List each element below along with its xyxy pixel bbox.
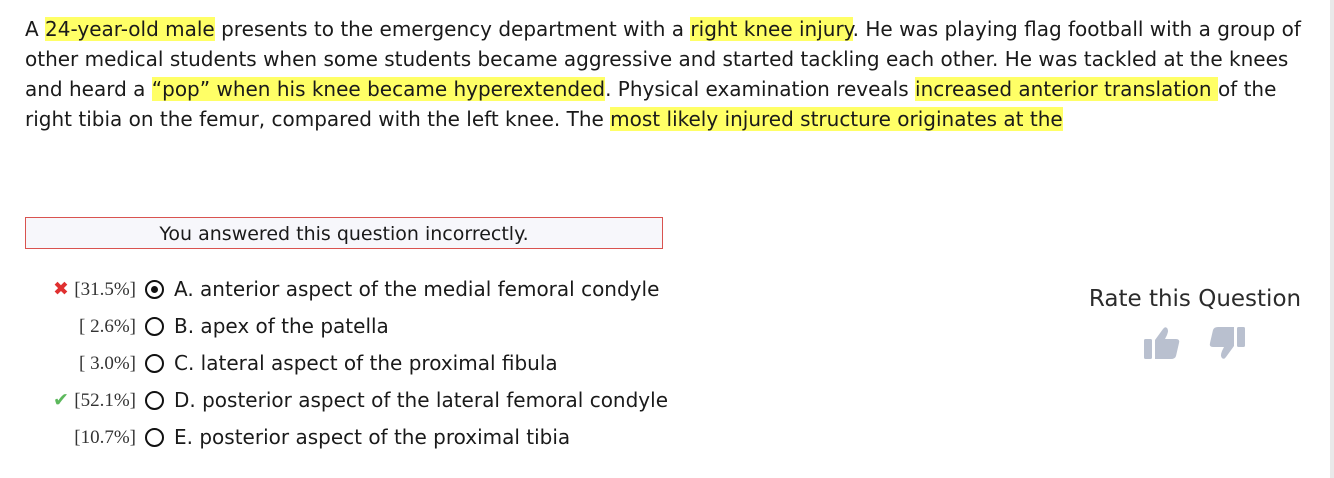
choice-percent: [10.7%] xyxy=(74,427,136,448)
stem-highlight: increased anterior translation xyxy=(915,77,1218,101)
correct-check-icon: ✔ xyxy=(53,389,69,411)
stem-highlight: right knee injury xyxy=(690,17,853,41)
stem-highlight: “pop” when his knee became hyperextended xyxy=(151,77,606,101)
radio-button[interactable] xyxy=(145,391,164,410)
stem-text: A xyxy=(25,17,46,41)
stem-text: presents to the emergency department wit… xyxy=(214,17,691,41)
radio-button-selected[interactable] xyxy=(145,280,164,299)
stem-highlight: most likely injured structure originates… xyxy=(610,107,1063,131)
answer-result-text: You answered this question incorrectly. xyxy=(159,223,529,245)
thumbs-up-icon[interactable] xyxy=(1143,325,1181,361)
rate-question-title: Rate this Question xyxy=(1088,286,1302,312)
question-stem: A 24-year-old male presents to the emerg… xyxy=(25,14,1315,134)
answer-choice-e[interactable]: [10.7%] E. posterior aspect of the proxi… xyxy=(0,419,720,456)
answer-result-banner: You answered this question incorrectly. xyxy=(25,217,663,249)
stem-highlight: 24-year-old male xyxy=(45,17,215,41)
radio-button[interactable] xyxy=(145,354,164,373)
incorrect-x-icon: ✖ xyxy=(53,278,69,300)
choice-label[interactable]: B. apex of the patella xyxy=(174,308,389,345)
choice-label[interactable]: D. posterior aspect of the lateral femor… xyxy=(174,382,668,419)
answer-choice-a[interactable]: ✖ [31.5%] A. anterior aspect of the medi… xyxy=(0,271,720,308)
thumbs-down-icon[interactable] xyxy=(1208,325,1246,361)
choice-percent: [52.1%] xyxy=(74,390,136,411)
radio-button[interactable] xyxy=(145,317,164,336)
scrollbar-track[interactable] xyxy=(1330,0,1334,478)
choice-label[interactable]: C. lateral aspect of the proximal fibula xyxy=(174,345,558,382)
choice-label[interactable]: E. posterior aspect of the proximal tibi… xyxy=(174,419,570,456)
answer-choice-d[interactable]: ✔ [52.1%] D. posterior aspect of the lat… xyxy=(0,382,720,419)
choice-percent: [ 2.6%] xyxy=(79,316,136,337)
rate-question-panel: Rate this Question xyxy=(1070,283,1320,359)
stem-text: . Physical examination reveals xyxy=(605,77,916,101)
answer-choices: ✖ [31.5%] A. anterior aspect of the medi… xyxy=(0,271,720,456)
answer-choice-c[interactable]: [ 3.0%] C. lateral aspect of the proxima… xyxy=(0,345,720,382)
choice-label[interactable]: A. anterior aspect of the medial femoral… xyxy=(174,271,659,308)
radio-button[interactable] xyxy=(145,428,164,447)
choice-percent: [31.5%] xyxy=(74,279,136,300)
answer-choice-b[interactable]: [ 2.6%] B. apex of the patella xyxy=(0,308,720,345)
choice-percent: [ 3.0%] xyxy=(79,353,136,374)
